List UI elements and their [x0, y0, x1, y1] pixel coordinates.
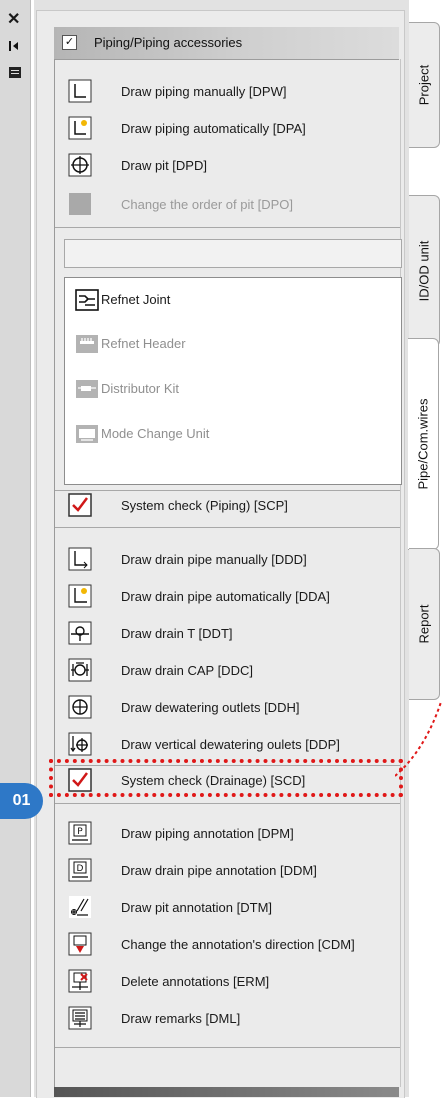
- system-check-icon: [68, 493, 92, 517]
- divider: [55, 803, 400, 804]
- tool-draw-dewatering-outlets[interactable]: Draw dewatering outlets [DDH]: [62, 694, 402, 722]
- refnet-joint-icon: [75, 288, 99, 312]
- tool-draw-drain-cap[interactable]: Draw drain CAP [DDC]: [62, 657, 402, 685]
- close-icon[interactable]: ✕: [7, 12, 23, 28]
- tool-label: Draw dewatering outlets [DDH]: [121, 700, 300, 715]
- tool-draw-drain-automatically[interactable]: Draw drain pipe automatically [DDA]: [62, 583, 402, 611]
- mode-change-unit-icon: [75, 422, 99, 446]
- left-toolbar: ✕: [0, 0, 31, 1097]
- tool-label: Draw drain pipe automatically [DDA]: [121, 589, 330, 604]
- section-title: Piping/Piping accessories: [94, 35, 243, 50]
- tool-label: Draw drain T [DDT]: [121, 626, 233, 641]
- tool-draw-drain-t[interactable]: Draw drain T [DDT]: [62, 620, 402, 648]
- tool-delete-annotations[interactable]: Delete annotations [ERM]: [62, 968, 402, 996]
- pit-order-icon: [68, 192, 92, 216]
- refnet-header-item[interactable]: Refnet Header: [71, 330, 391, 360]
- frame-left-line: [54, 59, 55, 1087]
- annotation-direction-icon: [68, 932, 92, 956]
- distributor-kit-item[interactable]: Distributor Kit: [71, 375, 391, 405]
- tool-label: Draw piping automatically [DPA]: [121, 121, 306, 136]
- divider: [55, 1047, 400, 1048]
- pit-icon: [68, 153, 92, 177]
- next-section-header[interactable]: [54, 1087, 399, 1097]
- svg-text:P: P: [77, 827, 83, 837]
- drain-cap-icon: [68, 658, 92, 682]
- mode-change-unit-item[interactable]: Mode Change Unit: [71, 420, 391, 450]
- tab-pipe-com-wires[interactable]: Pipe/Com.wires: [408, 338, 439, 550]
- tool-draw-pit-annotation[interactable]: Draw pit annotation [DTM]: [62, 894, 402, 922]
- divider: [55, 227, 400, 228]
- tool-draw-piping-manually[interactable]: Draw piping manually [DPW]: [62, 78, 402, 106]
- tab-label: Report: [416, 604, 432, 644]
- remarks-icon: [68, 1006, 92, 1030]
- tool-label: Draw vertical dewatering oulets [DDP]: [121, 737, 340, 752]
- section-header[interactable]: ✓ Piping/Piping accessories: [54, 27, 399, 60]
- divider: [55, 527, 400, 528]
- tool-label: System check (Piping) [SCP]: [121, 498, 288, 513]
- pipe-auto-icon: [68, 116, 92, 140]
- pipe-manual-icon: [68, 79, 92, 103]
- delete-annotation-icon: [68, 969, 92, 993]
- tool-draw-drain-annotation[interactable]: D Draw drain pipe annotation [DDM]: [62, 857, 402, 885]
- header-checkbox[interactable]: ✓: [62, 35, 77, 50]
- refnet-header-icon: [75, 332, 99, 356]
- tool-label: Draw drain CAP [DDC]: [121, 663, 253, 678]
- tab-id-od-unit[interactable]: ID/OD unit: [409, 195, 440, 347]
- tool-label: Draw remarks [DML]: [121, 1011, 241, 1026]
- vertical-dewatering-icon: [68, 732, 92, 756]
- tool-system-check-piping[interactable]: System check (Piping) [SCP]: [62, 492, 402, 520]
- drain-auto-icon: [68, 584, 92, 608]
- callout-highlight: [49, 759, 403, 797]
- tab-report[interactable]: Report: [409, 548, 440, 700]
- dock-icon[interactable]: [7, 38, 23, 54]
- dewatering-outlet-icon: [68, 695, 92, 719]
- drain-annotation-icon: D: [68, 858, 92, 882]
- divider: [55, 490, 400, 491]
- tool-label: Draw piping annotation [DPM]: [121, 826, 294, 841]
- tab-label: ID/OD unit: [416, 240, 432, 302]
- tool-label: Draw piping manually [DPW]: [121, 84, 287, 99]
- refnet-joint-item[interactable]: Refnet Joint: [71, 286, 391, 316]
- tool-draw-drain-manually[interactable]: Draw drain pipe manually [DDD]: [62, 546, 402, 574]
- tool-label: Change the annotation's direction [CDM]: [121, 937, 355, 952]
- refnet-label: Refnet Header: [101, 336, 186, 351]
- tool-change-annotation-direction[interactable]: Change the annotation's direction [CDM]: [62, 931, 402, 959]
- callout-badge: 01: [0, 783, 43, 819]
- tab-project[interactable]: Project: [409, 22, 440, 148]
- tool-label: Draw pit [DPD]: [121, 158, 207, 173]
- tool-draw-piping-annotation[interactable]: P Draw piping annotation [DPM]: [62, 820, 402, 848]
- tool-draw-pit[interactable]: Draw pit [DPD]: [62, 152, 402, 180]
- tool-label: Draw drain pipe annotation [DDM]: [121, 863, 317, 878]
- callout-connector: [395, 701, 442, 777]
- drain-t-icon: [68, 621, 92, 645]
- tool-label: Change the order of pit [DPO]: [121, 197, 293, 212]
- tab-label: Pipe/Com.wires: [415, 398, 431, 490]
- pit-annotation-icon: [68, 895, 92, 919]
- refnet-label: Refnet Joint: [101, 292, 171, 307]
- piping-annotation-icon: P: [68, 821, 92, 845]
- tool-draw-remarks[interactable]: Draw remarks [DML]: [62, 1005, 402, 1033]
- refnet-label: Distributor Kit: [101, 381, 180, 396]
- tab-label: Project: [416, 64, 432, 106]
- drain-manual-icon: [68, 547, 92, 571]
- tool-draw-piping-automatically[interactable]: Draw piping automatically [DPA]: [62, 115, 402, 143]
- distributor-kit-icon: [75, 377, 99, 401]
- svg-text:D: D: [77, 864, 84, 874]
- tool-draw-vertical-dewatering[interactable]: Draw vertical dewatering oulets [DDP]: [62, 731, 402, 759]
- refnet-list[interactable]: Refnet Joint Refnet Header Distributor K…: [64, 277, 402, 485]
- refnet-label: Mode Change Unit: [101, 426, 210, 441]
- tool-label: Draw drain pipe manually [DDD]: [121, 552, 307, 567]
- tool-label: Draw pit annotation [DTM]: [121, 900, 273, 915]
- panel-icon[interactable]: [7, 64, 23, 80]
- tool-change-pit-order[interactable]: Change the order of pit [DPO]: [62, 191, 402, 219]
- tool-label: Delete annotations [ERM]: [121, 974, 270, 989]
- filter-input[interactable]: [64, 239, 402, 268]
